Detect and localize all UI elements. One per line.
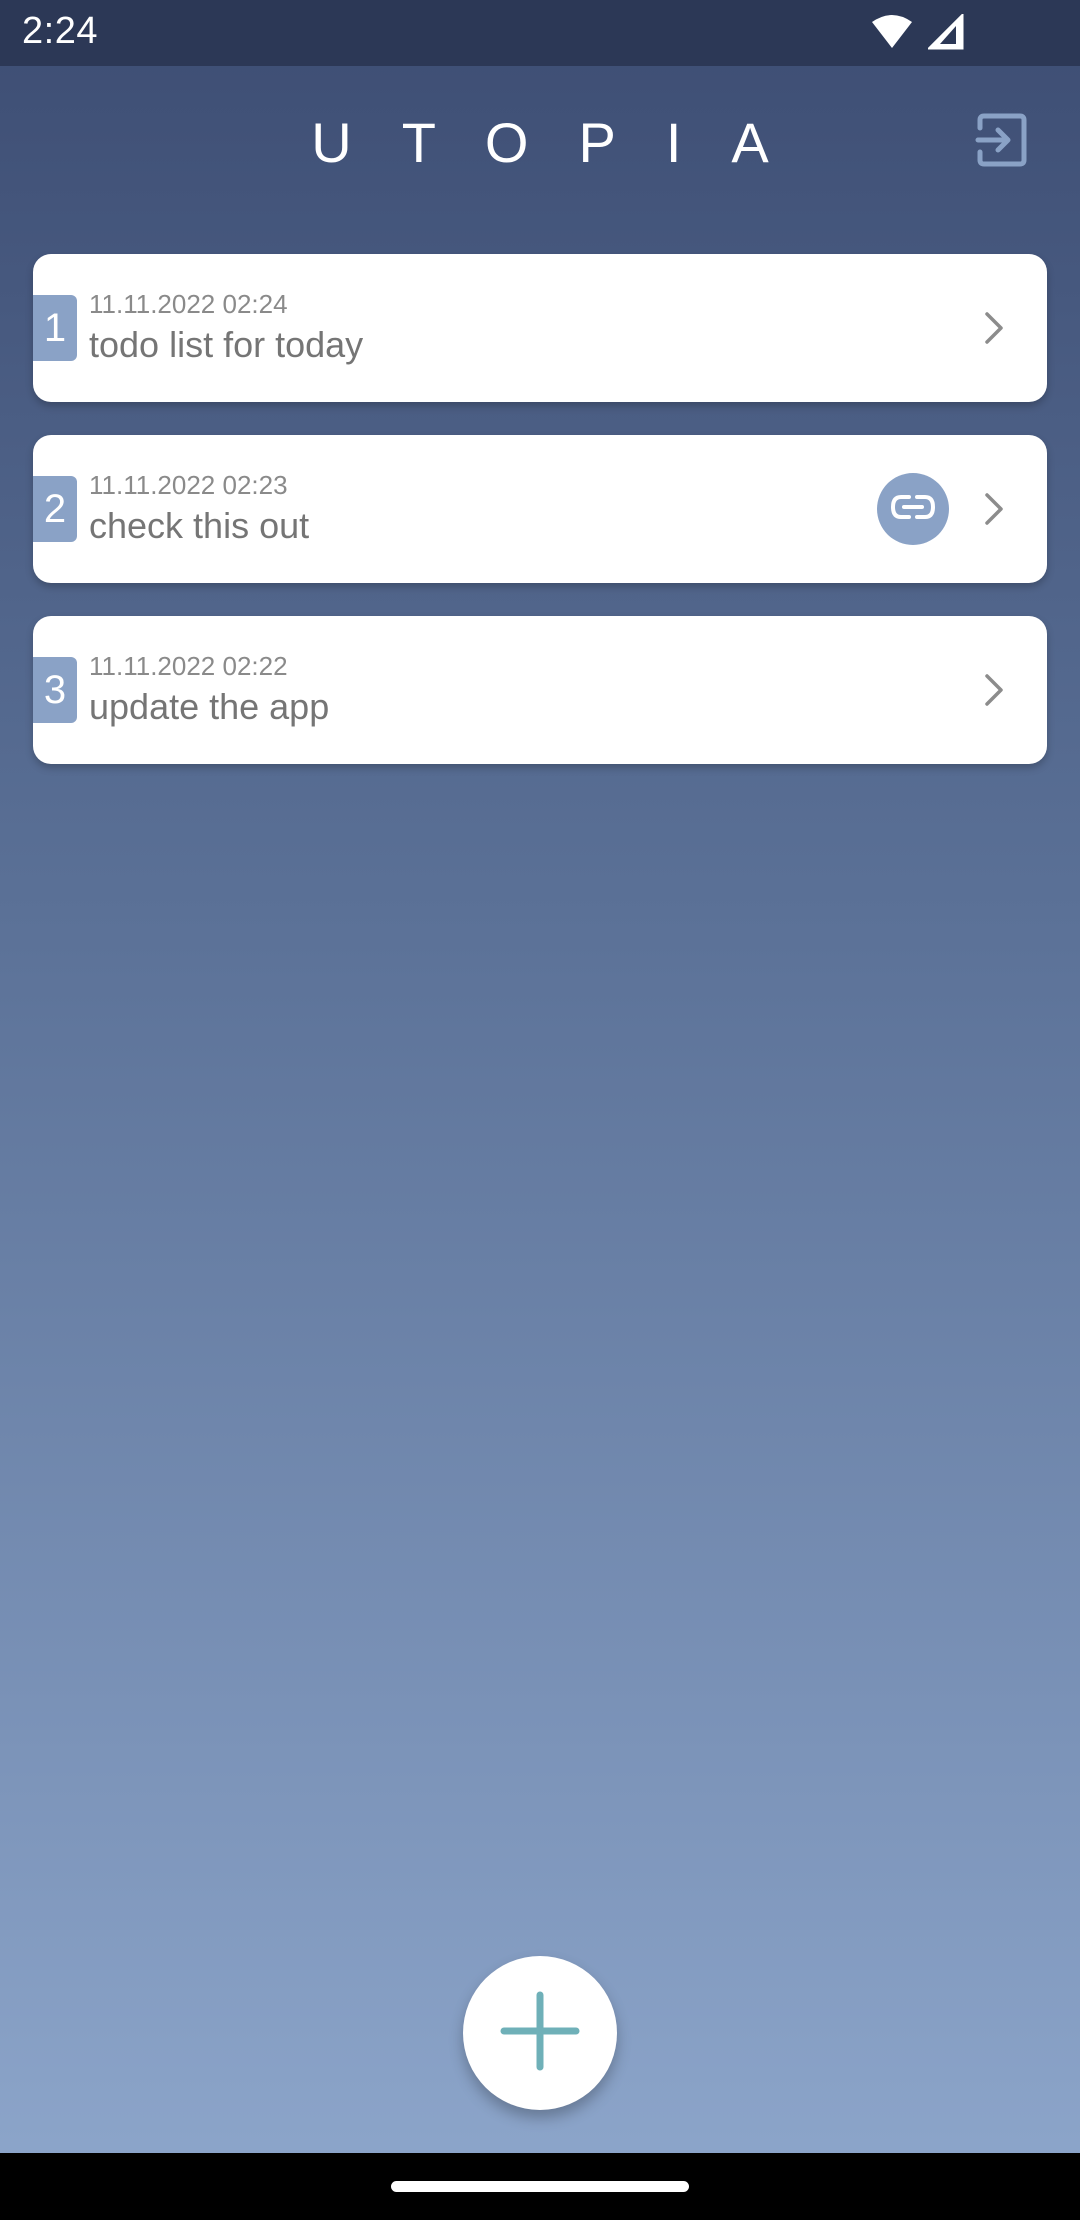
note-card-3[interactable]: 3 11.11.2022 02:22 update the app — [33, 616, 1047, 764]
note-date: 11.11.2022 02:23 — [89, 470, 288, 500]
note-title: update the app — [89, 686, 330, 727]
logout-icon — [974, 112, 1030, 173]
status-time: 2:24 — [22, 10, 98, 52]
note-title: check this out — [89, 505, 310, 546]
plus-icon — [500, 1991, 580, 2076]
wifi-icon — [870, 14, 914, 55]
add-note-button[interactable] — [463, 1956, 617, 2110]
link-icon — [889, 493, 937, 526]
status-bar: 2:24 — [0, 0, 1080, 66]
chevron-right-icon — [983, 310, 1005, 351]
home-indicator[interactable] — [391, 2181, 689, 2192]
note-index: 1 — [33, 295, 77, 361]
note-index: 3 — [33, 657, 77, 723]
chevron-right-icon — [983, 672, 1005, 713]
status-icons — [870, 12, 964, 55]
link-button[interactable] — [877, 473, 949, 545]
app-title: UTOPIA — [311, 111, 819, 174]
note-title: todo list for today — [89, 324, 364, 365]
note-date: 11.11.2022 02:22 — [89, 651, 288, 681]
note-index: 2 — [33, 476, 77, 542]
chevron-right-icon — [983, 491, 1005, 532]
logout-button[interactable] — [972, 112, 1032, 172]
note-card-2[interactable]: 2 11.11.2022 02:23 check this out — [33, 435, 1047, 583]
cell-signal-icon — [926, 12, 964, 55]
navigation-bar — [0, 2153, 1080, 2220]
note-date: 11.11.2022 02:24 — [89, 289, 288, 319]
note-card-1[interactable]: 1 11.11.2022 02:24 todo list for today — [33, 254, 1047, 402]
